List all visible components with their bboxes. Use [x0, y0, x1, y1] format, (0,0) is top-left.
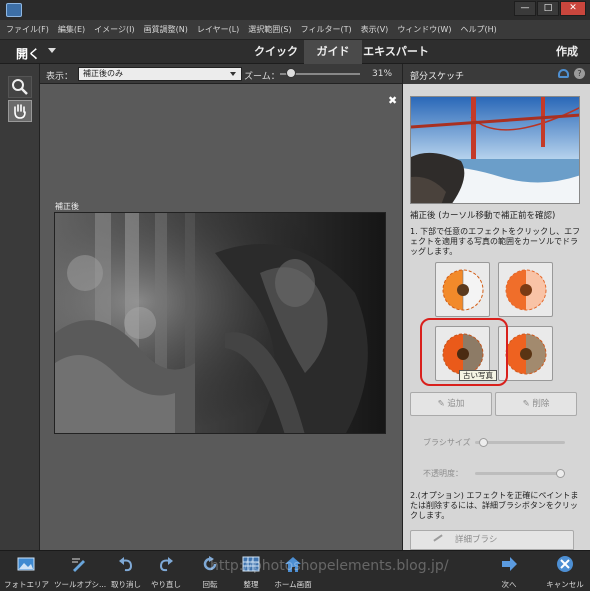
preset-tooltip: 古い写真: [459, 370, 497, 381]
step2-instructions: 2.(オプション) エフェクトを正確にペイントまたは削除するには、詳細ブラシボタ…: [410, 491, 579, 520]
detail-brush-button[interactable]: 詳細ブラシ: [410, 530, 574, 550]
close-document-icon[interactable]: ✖: [388, 94, 397, 107]
brush-size-label: ブラシサイズ: [423, 438, 471, 447]
tab-quick[interactable]: クイック: [248, 40, 304, 64]
preview-caption: 補正後 (カーソル移動で補正前を確認): [410, 211, 556, 221]
panel-header: 部分スケッチ ?: [403, 64, 590, 84]
tool-bar: [0, 64, 40, 550]
tab-guided[interactable]: ガイド: [304, 40, 362, 64]
tool-options-label: ツールオプシ...: [54, 580, 107, 589]
photo-canvas[interactable]: [54, 212, 386, 434]
menu-filter[interactable]: フィルター(T): [301, 24, 352, 35]
chevron-down-icon: [230, 72, 236, 76]
photo-bin-button[interactable]: フォトエリア: [4, 551, 49, 591]
next-label: 次へ: [501, 580, 517, 589]
cathedral-sculpture-photo: [55, 213, 385, 433]
close-window-button[interactable]: ✕: [560, 1, 586, 16]
view-label: 表示：: [46, 72, 74, 82]
after-label: 補正後: [55, 202, 79, 211]
redo-button[interactable]: やり直し: [148, 551, 184, 591]
undo-button[interactable]: 取り消し: [108, 551, 144, 591]
add-button-label: 追加: [447, 399, 465, 409]
menu-edit[interactable]: 編集(E): [58, 24, 85, 35]
minimize-button[interactable]: —: [514, 1, 536, 16]
menu-window[interactable]: ウィンドウ(W): [397, 24, 451, 35]
flower-pastel-icon: [505, 269, 547, 311]
title-bar: — □ ✕: [0, 0, 590, 20]
tool-options-icon: [72, 558, 85, 572]
zoom-slider-thumb[interactable]: [285, 68, 296, 78]
organize-label: 整理: [243, 580, 259, 589]
home-screen-label: ホーム画面: [274, 580, 312, 589]
view-select-value: 補正後のみ: [83, 69, 123, 78]
remove-button-label: 削除: [532, 399, 550, 409]
menu-view[interactable]: 表示(V): [361, 24, 389, 35]
hand-tool[interactable]: [8, 100, 32, 122]
canvas-area: ✖ 補正後: [40, 84, 402, 550]
photo-bin-label: フォトエリア: [4, 580, 49, 589]
redo-label: やり直し: [151, 580, 181, 589]
brush-minus-icon: ✎: [522, 399, 533, 409]
reset-icon[interactable]: [558, 69, 569, 78]
restore-button[interactable]: □: [537, 1, 559, 16]
photo-bin-icon: [17, 557, 35, 571]
brush-icon: [433, 534, 443, 542]
undo-icon: [119, 557, 133, 572]
app-window: — □ ✕ ファイル(F) 編集(E) イメージ(I) 画質調整(N) レイヤー…: [0, 0, 590, 591]
redo-icon: [159, 557, 173, 572]
brush-size-slider-track[interactable]: [475, 441, 565, 444]
app-logo-icon: [6, 3, 22, 17]
options-bar: 表示： 補正後のみ ズーム： 31%: [40, 64, 402, 84]
cancel-label: キャンセル: [546, 580, 584, 589]
opacity-slider-thumb[interactable]: [556, 469, 565, 478]
menu-select[interactable]: 選択範囲(S): [248, 24, 291, 35]
open-button[interactable]: 開く: [16, 45, 40, 62]
step1-instructions: 1. 下部で任意のエフェクトをクリックし、エフェクトを適用する写真の範囲をカーソ…: [410, 227, 581, 256]
effect-preset-color-pencil[interactable]: [498, 262, 553, 317]
opacity-slider-track[interactable]: [475, 472, 565, 475]
cancel-icon: [557, 556, 573, 572]
zoom-value: 31%: [372, 69, 393, 79]
remove-button[interactable]: ✎ 削除: [495, 392, 577, 416]
arrow-right-icon: [502, 557, 517, 571]
rotate-label: 回転: [202, 580, 218, 589]
create-button[interactable]: 作成: [556, 40, 578, 64]
zoom-label: ズーム：: [244, 72, 280, 82]
brush-plus-icon: ✎: [437, 399, 448, 409]
tab-expert[interactable]: エキスパート: [362, 40, 430, 64]
mode-bar: 開く クイック ガイド エキスパート 作成: [0, 40, 590, 64]
watermark-text: http://photoshopelements.blog.jp/: [210, 558, 449, 574]
add-button[interactable]: ✎ 追加: [410, 392, 492, 416]
effect-preset-pencil[interactable]: [435, 262, 490, 317]
flower-half-sketch-icon: [442, 269, 484, 311]
help-icon[interactable]: ?: [574, 68, 585, 79]
guided-edit-panel: 部分スケッチ ? 補正後 (カーソル移動で補正前を確認) 1. 下部で任意のエフ…: [402, 64, 590, 550]
zoom-tool[interactable]: [8, 76, 32, 98]
menu-layer[interactable]: レイヤー(L): [197, 24, 239, 35]
magnifier-icon: [12, 79, 28, 95]
undo-label: 取り消し: [111, 580, 141, 589]
menu-help[interactable]: ヘルプ(H): [460, 24, 496, 35]
menu-bar: ファイル(F) 編集(E) イメージ(I) 画質調整(N) レイヤー(L) 選択…: [0, 20, 590, 40]
hand-icon: [14, 104, 26, 119]
menu-file[interactable]: ファイル(F): [6, 24, 49, 35]
cancel-button[interactable]: キャンセル: [544, 551, 586, 591]
menu-enhance[interactable]: 画質調整(N): [144, 24, 188, 35]
chevron-down-icon[interactable]: [48, 48, 56, 53]
opacity-label: 不透明度：: [423, 469, 463, 478]
panel-title: 部分スケッチ: [410, 72, 465, 82]
tool-options-button[interactable]: ツールオプシ...: [54, 551, 107, 591]
bridge-landscape-image: [411, 97, 579, 203]
menu-image[interactable]: イメージ(I): [94, 24, 134, 35]
detail-brush-label: 詳細ブラシ: [455, 535, 498, 545]
next-button[interactable]: 次へ: [494, 551, 524, 591]
view-select[interactable]: 補正後のみ: [78, 67, 242, 81]
preview-thumbnail[interactable]: [410, 96, 580, 204]
brush-size-slider-thumb[interactable]: [479, 438, 489, 447]
